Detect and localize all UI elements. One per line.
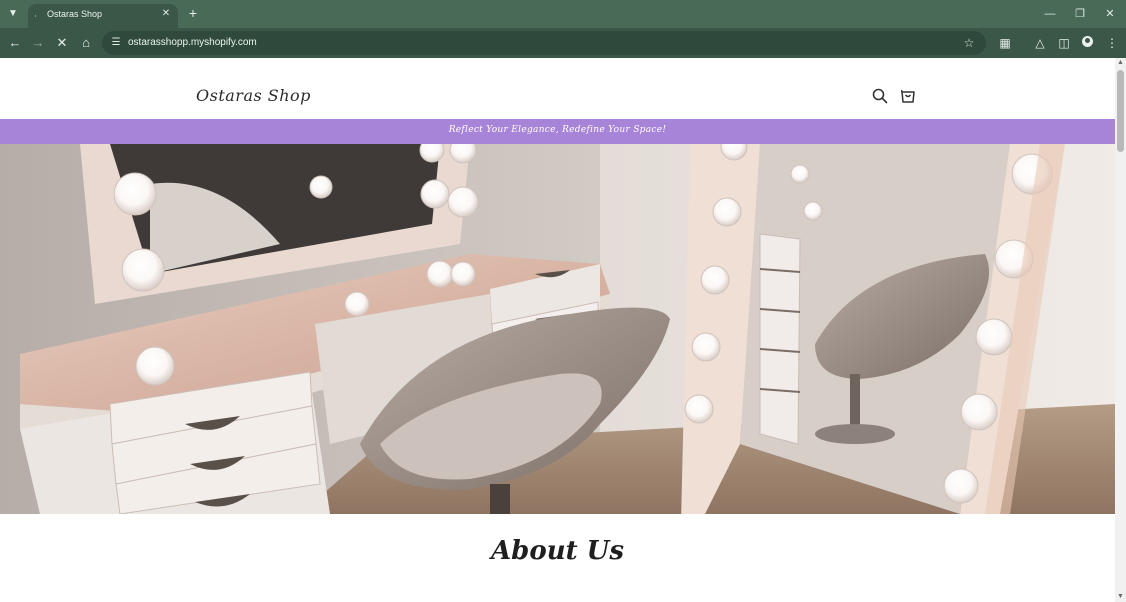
- forward-arrow-icon[interactable]: →: [29, 34, 47, 52]
- avatar-icon[interactable]: [1080, 34, 1095, 49]
- side-panel-icon[interactable]: ◫: [1055, 34, 1073, 52]
- announcement-bar: Reflect Your Elegance, Redefine Your Spa…: [0, 119, 1115, 144]
- stop-icon[interactable]: ✕: [53, 34, 71, 52]
- scroll-down-arrow-icon[interactable]: ▼: [1115, 592, 1126, 602]
- loading-dot-icon: ⋅: [34, 11, 37, 21]
- hero-image: [0, 144, 1115, 514]
- chevron-down-icon[interactable]: ▼: [5, 6, 21, 22]
- scroll-thumb[interactable]: [1117, 70, 1124, 152]
- back-arrow-icon[interactable]: ←: [6, 34, 24, 52]
- star-icon[interactable]: ☆: [961, 35, 977, 51]
- home-icon[interactable]: ⌂: [77, 34, 95, 52]
- page-scrollbar[interactable]: ▲ ▼: [1115, 58, 1126, 602]
- minimize-icon[interactable]: —: [1042, 6, 1058, 22]
- announcement-text: Reflect Your Elegance, Redefine Your Spa…: [448, 125, 667, 135]
- kebab-menu-icon[interactable]: ⋮: [1103, 34, 1121, 52]
- tab-title: Ostaras Shop: [47, 9, 103, 19]
- close-window-icon[interactable]: ✕: [1102, 6, 1118, 22]
- section-title: About Us: [491, 536, 624, 566]
- address-bar[interactable]: ☰ ostarasshopp.myshopify.com ☆: [102, 31, 986, 55]
- search-icon[interactable]: [871, 87, 889, 105]
- browser-toolbar: ← → ✕ ⌂ ☰ ostarasshopp.myshopify.com ☆ ▦…: [0, 28, 1126, 58]
- scroll-up-arrow-icon[interactable]: ▲: [1115, 58, 1126, 68]
- plus-icon[interactable]: +: [186, 5, 200, 21]
- tab-active[interactable]: ⋅ Ostaras Shop ✕: [28, 4, 178, 28]
- tune-icon[interactable]: ☰: [109, 36, 123, 50]
- tab-strip: ▼ ⋅ Ostaras Shop ✕ + — ❐ ✕: [0, 0, 1126, 28]
- site-header: Ostaras Shop: [0, 58, 1115, 119]
- site-logo[interactable]: Ostaras Shop: [196, 86, 311, 105]
- restore-icon[interactable]: ❐: [1072, 6, 1088, 22]
- close-icon[interactable]: ✕: [160, 8, 172, 20]
- puzzle-icon[interactable]: ▦: [996, 34, 1014, 52]
- page-viewport: Ostaras Shop Reflect Your Elegance, Rede…: [0, 58, 1115, 602]
- flask-icon[interactable]: △: [1031, 34, 1049, 52]
- cart-icon[interactable]: [899, 87, 917, 105]
- url-text[interactable]: ostarasshopp.myshopify.com: [128, 37, 257, 48]
